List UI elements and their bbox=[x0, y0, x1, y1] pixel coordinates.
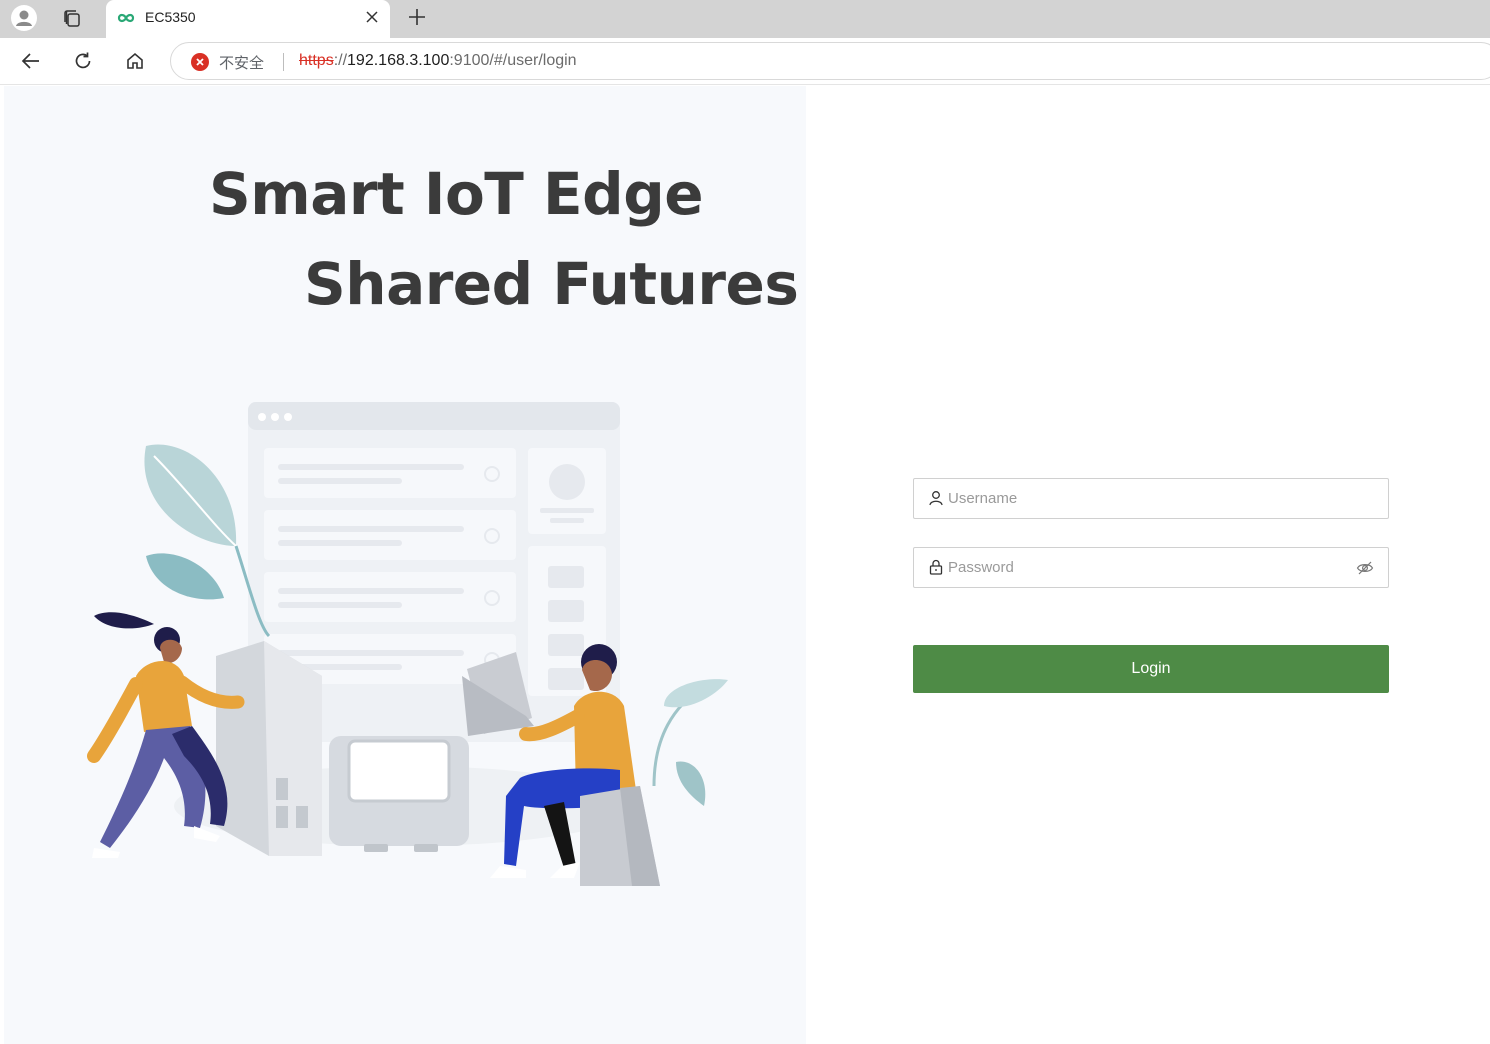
profile-icon[interactable] bbox=[10, 4, 38, 32]
hero-headline-line1: Smart IoT Edge bbox=[209, 160, 704, 228]
back-icon[interactable] bbox=[17, 47, 45, 75]
reload-icon[interactable] bbox=[69, 47, 97, 75]
hero-illustration bbox=[87, 402, 728, 886]
eye-off-icon[interactable] bbox=[1356, 560, 1374, 576]
hero-panel: Smart IoT Edge Shared Futures bbox=[4, 86, 806, 1044]
password-input[interactable] bbox=[948, 548, 1348, 587]
divider bbox=[283, 53, 284, 71]
not-secure-icon[interactable] bbox=[191, 53, 209, 71]
user-icon bbox=[929, 491, 943, 506]
browser-tab-strip: EC5350 bbox=[0, 0, 1490, 38]
browser-tab-active[interactable]: EC5350 bbox=[106, 0, 390, 38]
site-favicon bbox=[117, 13, 135, 23]
url-separator: :// bbox=[333, 52, 348, 69]
username-input[interactable] bbox=[948, 479, 1348, 518]
login-button[interactable]: Login bbox=[913, 645, 1389, 693]
illustration-gateway-device bbox=[216, 641, 322, 856]
tab-title: EC5350 bbox=[145, 9, 196, 25]
url-host: 192.168.3.100 bbox=[347, 52, 450, 69]
url-path: /#/user/login bbox=[489, 52, 577, 69]
url-text[interactable]: https://192.168.3.100:9100/#/user/login bbox=[299, 52, 577, 70]
login-page: Smart IoT Edge Shared Futures Username L… bbox=[0, 86, 1490, 1044]
illustration-central-device bbox=[329, 736, 469, 852]
new-tab-icon[interactable] bbox=[404, 4, 430, 30]
url-port: :9100 bbox=[449, 52, 490, 69]
login-form: Login bbox=[913, 478, 1389, 693]
close-tab-icon[interactable] bbox=[362, 7, 382, 27]
url-scheme: https bbox=[299, 52, 334, 69]
address-bar[interactable]: 不安全 https://192.168.3.100:9100/#/user/lo… bbox=[170, 42, 1490, 80]
browser-toolbar: 不安全 https://192.168.3.100:9100/#/user/lo… bbox=[0, 38, 1490, 85]
hero-headline-line2: Shared Futures bbox=[304, 250, 799, 318]
illustration-plant-right bbox=[652, 679, 728, 806]
collections-icon[interactable] bbox=[58, 4, 86, 32]
security-label[interactable]: 不安全 bbox=[219, 52, 264, 73]
home-icon[interactable] bbox=[121, 47, 149, 75]
password-field[interactable] bbox=[913, 547, 1389, 588]
username-field[interactable] bbox=[913, 478, 1389, 519]
lock-icon bbox=[929, 559, 943, 575]
